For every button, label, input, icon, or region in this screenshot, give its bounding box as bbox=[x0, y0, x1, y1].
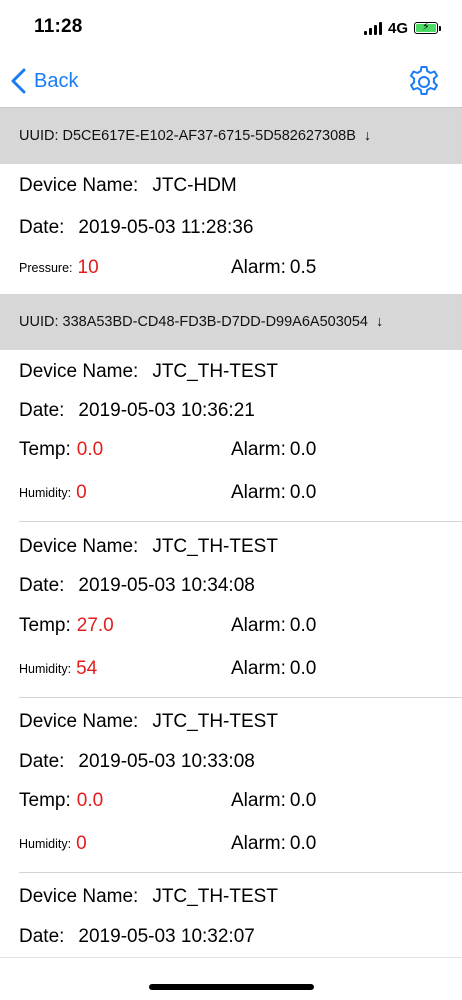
humidity-value: 0 bbox=[76, 833, 87, 854]
device-name-label: Device Name: bbox=[19, 886, 139, 907]
date-label: Date: bbox=[19, 217, 65, 238]
status-bar: 11:28 4G ⚡ bbox=[0, 0, 462, 56]
device-name-value: JTC_TH-TEST bbox=[152, 886, 278, 907]
device-name-label: Device Name: bbox=[19, 711, 139, 732]
temp-value: 27.0 bbox=[76, 615, 114, 636]
navigation-bar: Back bbox=[0, 56, 462, 108]
gear-icon[interactable] bbox=[406, 64, 442, 100]
network-label: 4G bbox=[387, 19, 408, 37]
row-divider bbox=[19, 697, 462, 698]
pressure-label: Pressure: bbox=[19, 261, 73, 275]
device-name-value: JTC-HDM bbox=[152, 175, 237, 196]
humidity-alarm: Alarm: 0.0 bbox=[231, 832, 316, 856]
temp-row: Temp: 0.0 bbox=[19, 789, 103, 813]
date-label: Date: bbox=[19, 400, 65, 421]
alarm-label: Alarm: bbox=[231, 833, 286, 854]
alarm-label: Alarm: bbox=[231, 615, 286, 636]
alarm-label: Alarm: bbox=[231, 790, 286, 811]
signal-icon bbox=[363, 21, 382, 35]
alarm-label: Alarm: bbox=[231, 658, 286, 679]
alarm-value: 0.0 bbox=[289, 439, 317, 460]
alarm-label: Alarm: bbox=[231, 439, 286, 460]
uuid-label: UUID: D5CE617E-E102-AF37-6715-5D58262730… bbox=[19, 128, 356, 144]
date-value: 2019-05-03 10:33:08 bbox=[78, 751, 255, 772]
humidity-row: Humidity: 0 bbox=[19, 481, 87, 505]
status-indicators: 4G ⚡ bbox=[363, 17, 441, 39]
date-row: Date: 2019-05-03 11:28:36 bbox=[19, 216, 253, 240]
device-name-value: JTC_TH-TEST bbox=[152, 711, 278, 732]
device-name-row: Device Name: JTC_TH-TEST bbox=[19, 710, 278, 734]
temp-value: 0.0 bbox=[76, 439, 104, 460]
alarm-value: 0.0 bbox=[289, 790, 317, 811]
humidity-alarm: Alarm: 0.0 bbox=[231, 657, 316, 681]
device-name-row: Device Name: JTC_TH-TEST bbox=[19, 360, 278, 384]
status-time: 11:28 bbox=[34, 16, 83, 37]
alarm-value: 0.0 bbox=[289, 658, 317, 679]
alarm-label: Alarm: bbox=[231, 482, 286, 503]
device-name-row: Device Name: JTC_TH-TEST bbox=[19, 885, 278, 909]
list-bottom-edge bbox=[0, 957, 462, 958]
date-row: Date: 2019-05-03 10:32:07 bbox=[19, 925, 255, 949]
humidity-label: Humidity: bbox=[19, 486, 72, 500]
row-divider bbox=[19, 521, 462, 522]
date-row: Date: 2019-05-03 10:34:08 bbox=[19, 574, 255, 598]
back-button[interactable]: Back bbox=[10, 66, 78, 96]
arrow-down-icon: ↓ bbox=[375, 314, 384, 330]
alarm-value: 0.0 bbox=[289, 482, 317, 503]
device-name-value: JTC_TH-TEST bbox=[152, 361, 278, 382]
pressure-alarm: Alarm: 0.5 bbox=[231, 256, 316, 280]
section-header-uuid[interactable]: UUID: 338A53BD-CD48-FD3B-D7DD-D99A6A5030… bbox=[0, 294, 462, 350]
date-label: Date: bbox=[19, 926, 65, 947]
uuid-label: UUID: 338A53BD-CD48-FD3B-D7DD-D99A6A5030… bbox=[19, 314, 368, 330]
temp-label: Temp: bbox=[19, 790, 71, 811]
date-label: Date: bbox=[19, 575, 65, 596]
alarm-value: 0.0 bbox=[289, 615, 317, 636]
date-value: 2019-05-03 10:36:21 bbox=[78, 400, 255, 421]
temp-label: Temp: bbox=[19, 615, 71, 636]
row-divider bbox=[19, 872, 462, 873]
home-indicator[interactable] bbox=[149, 984, 314, 990]
date-row: Date: 2019-05-03 10:33:08 bbox=[19, 750, 255, 774]
pressure-row: Pressure: 10 bbox=[19, 256, 99, 280]
humidity-label: Humidity: bbox=[19, 837, 72, 851]
temp-row: Temp: 0.0 bbox=[19, 438, 103, 462]
temp-alarm: Alarm: 0.0 bbox=[231, 789, 316, 813]
temp-value: 0.0 bbox=[76, 790, 104, 811]
device-name-row: Device Name: JTC_TH-TEST bbox=[19, 535, 278, 559]
humidity-row: Humidity: 54 bbox=[19, 657, 97, 681]
device-name-row: Device Name: JTC-HDM bbox=[19, 174, 237, 198]
date-label: Date: bbox=[19, 751, 65, 772]
date-value: 2019-05-03 10:34:08 bbox=[78, 575, 255, 596]
pressure-value: 10 bbox=[77, 257, 99, 278]
device-name-label: Device Name: bbox=[19, 536, 139, 557]
battery-icon: ⚡ bbox=[414, 21, 441, 34]
date-value: 2019-05-03 11:28:36 bbox=[78, 217, 254, 238]
back-label: Back bbox=[34, 69, 79, 92]
humidity-value: 0 bbox=[76, 482, 87, 503]
arrow-down-icon: ↓ bbox=[363, 128, 372, 144]
humidity-alarm: Alarm: 0.0 bbox=[231, 481, 316, 505]
device-name-value: JTC_TH-TEST bbox=[152, 536, 278, 557]
temp-alarm: Alarm: 0.0 bbox=[231, 614, 316, 638]
date-value: 2019-05-03 10:32:07 bbox=[78, 926, 255, 947]
humidity-label: Humidity: bbox=[19, 662, 72, 676]
chevron-left-icon bbox=[11, 68, 26, 94]
alarm-value: 0.0 bbox=[289, 833, 317, 854]
alarm-label: Alarm: bbox=[231, 257, 286, 278]
section-header-uuid[interactable]: UUID: D5CE617E-E102-AF37-6715-5D58262730… bbox=[0, 108, 462, 164]
device-name-label: Device Name: bbox=[19, 175, 139, 196]
date-row: Date: 2019-05-03 10:36:21 bbox=[19, 399, 255, 423]
temp-alarm: Alarm: 0.0 bbox=[231, 438, 316, 462]
humidity-row: Humidity: 0 bbox=[19, 832, 87, 856]
humidity-value: 54 bbox=[76, 658, 98, 679]
device-name-label: Device Name: bbox=[19, 361, 139, 382]
temp-label: Temp: bbox=[19, 439, 71, 460]
alarm-value: 0.5 bbox=[289, 257, 317, 278]
temp-row: Temp: 27.0 bbox=[19, 614, 114, 638]
